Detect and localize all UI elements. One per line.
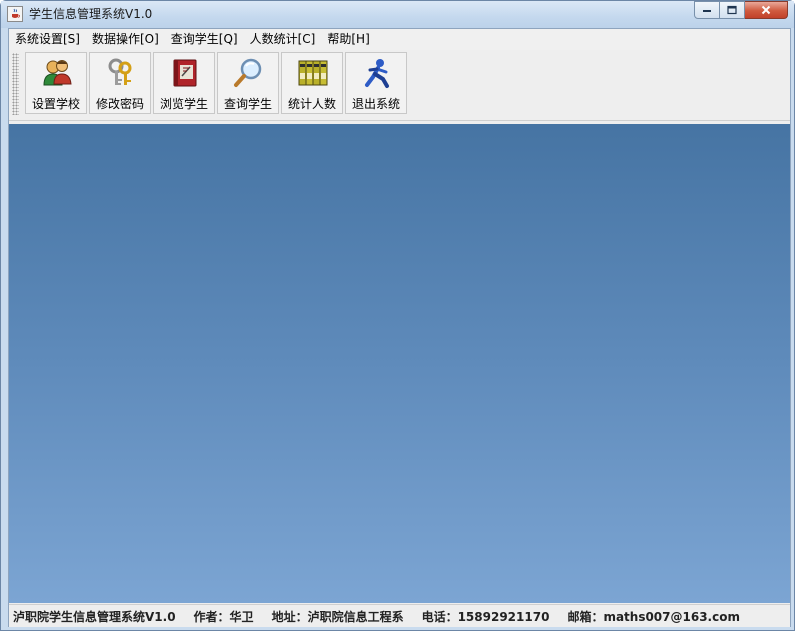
menu-data-operations[interactable]: 数据操作[O] bbox=[86, 29, 165, 50]
app-window: 学生信息管理系统V1.0 系统设置[S] 数据操作[O] 查询学生[Q] 人数统… bbox=[0, 0, 795, 631]
status-author: 作者：华卫 bbox=[193, 609, 254, 624]
maximize-icon bbox=[727, 5, 737, 15]
browse-students-button[interactable]: 浏览学生 bbox=[153, 52, 215, 114]
set-school-button[interactable]: 设置学校 bbox=[25, 52, 87, 114]
menu-help[interactable]: 帮助[H] bbox=[321, 29, 375, 50]
count-students-button[interactable]: 统计人数 bbox=[281, 52, 343, 114]
main-desktop-area bbox=[9, 124, 790, 603]
toolbar: 设置学校 修改密码 浏览学生 查询学生 统计人数 退出系统 bbox=[9, 50, 790, 121]
count-students-label: 统计人数 bbox=[287, 97, 336, 111]
client-area: 系统设置[S] 数据操作[O] 查询学生[Q] 人数统计[C] 帮助[H] 设置… bbox=[8, 28, 791, 627]
status-bar: 泸职院学生信息管理系统V1.0 作者：华卫 地址：泸职院信息工程系 电话：158… bbox=[9, 604, 790, 627]
menu-system-settings[interactable]: 系统设置[S] bbox=[9, 29, 86, 50]
status-phone: 电话：15892921170 bbox=[421, 609, 550, 624]
toolbar-grip[interactable] bbox=[12, 53, 19, 115]
change-password-label: 修改密码 bbox=[95, 97, 144, 111]
query-students-label: 查询学生 bbox=[223, 97, 272, 111]
set-school-label: 设置学校 bbox=[31, 97, 80, 111]
menu-count-statistics[interactable]: 人数统计[C] bbox=[244, 29, 322, 50]
status-email: 邮箱：maths007@163.com bbox=[567, 609, 740, 624]
exit-system-label: 退出系统 bbox=[351, 97, 400, 111]
close-button[interactable] bbox=[745, 1, 788, 19]
keys-icon bbox=[108, 58, 132, 85]
minimize-icon bbox=[703, 10, 711, 12]
magnifier-icon bbox=[234, 58, 262, 87]
maximize-button[interactable] bbox=[720, 1, 745, 19]
exit-system-button[interactable]: 退出系统 bbox=[345, 52, 407, 114]
status-address: 地址：泸职院信息工程系 bbox=[271, 609, 404, 624]
binders-icon bbox=[298, 60, 328, 86]
minimize-button[interactable] bbox=[694, 1, 720, 19]
browse-students-label: 浏览学生 bbox=[159, 97, 208, 111]
book-icon bbox=[173, 59, 197, 87]
java-cup-icon[interactable] bbox=[7, 6, 23, 22]
query-students-button[interactable]: 查询学生 bbox=[217, 52, 279, 114]
title-bar[interactable]: 学生信息管理系统V1.0 bbox=[1, 1, 794, 28]
close-icon bbox=[761, 5, 771, 15]
users-icon bbox=[43, 60, 72, 86]
menu-query-students[interactable]: 查询学生[Q] bbox=[165, 29, 244, 50]
window-title: 学生信息管理系统V1.0 bbox=[29, 7, 153, 21]
change-password-button[interactable]: 修改密码 bbox=[89, 52, 151, 114]
running-man-icon bbox=[365, 59, 389, 88]
status-system-name: 泸职院学生信息管理系统V1.0 bbox=[13, 609, 176, 624]
menu-bar: 系统设置[S] 数据操作[O] 查询学生[Q] 人数统计[C] 帮助[H] bbox=[9, 29, 790, 50]
